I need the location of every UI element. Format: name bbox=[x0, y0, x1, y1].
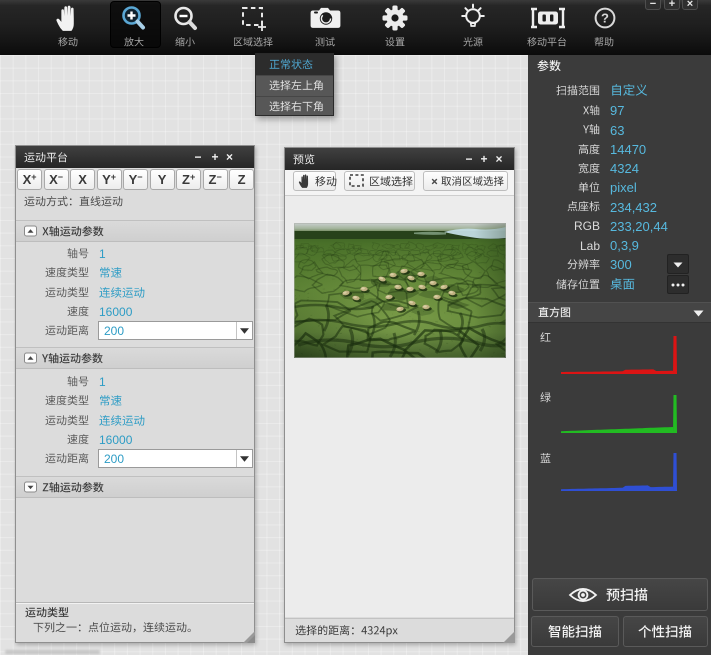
svg-text:?: ? bbox=[601, 11, 609, 26]
